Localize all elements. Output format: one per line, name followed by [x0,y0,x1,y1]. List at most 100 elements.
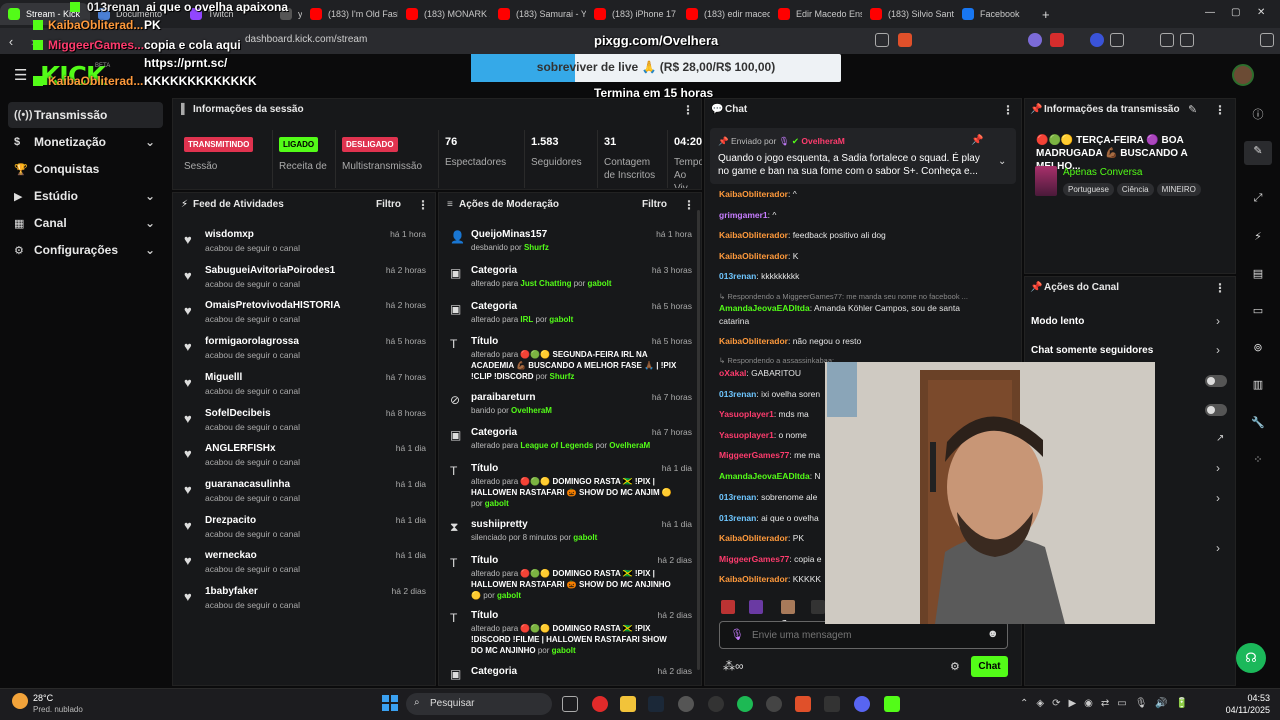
slow-mode-action[interactable]: Modo lento [1031,316,1084,327]
emote-icon[interactable] [749,600,763,614]
follower-name[interactable]: SabugueiAvitoriaPoirodes1 [205,265,335,276]
nav-item[interactable]: 🏆 Conquistas [8,156,163,182]
app-icon[interactable] [678,696,694,712]
chevron-right-icon[interactable]: › [1216,491,1220,505]
chat-username[interactable]: oXakal [719,368,746,378]
chevron-right-icon[interactable]: › [1216,541,1220,555]
back-icon[interactable]: ‹ [0,34,22,49]
support-headset-icon[interactable]: ☊ [1236,643,1266,673]
toggle-switch[interactable] [1205,404,1227,416]
chevron-right-icon[interactable]: › [1216,343,1220,357]
chevron-down-icon[interactable]: ⌄ [998,156,1006,167]
moderation-filter-button[interactable]: Filtro [642,199,667,210]
scrollbar[interactable] [697,210,700,670]
highlight-link[interactable]: Just Chatting [520,279,571,288]
followers-only-action[interactable]: Chat somente seguidores [1031,345,1153,356]
discord-icon[interactable] [854,696,870,712]
highlight-link[interactable]: gabolt [573,533,597,542]
pin-icon[interactable]: 📌 [971,135,983,146]
share-icon[interactable] [875,33,889,47]
window-control-icon[interactable]: ✕ [1257,7,1265,18]
broadcast-icon[interactable]: ⊚ [1249,341,1267,359]
browser-tab[interactable]: (183) iPhone 17 Pl [586,3,678,25]
more-options-icon[interactable]: ⋮ [417,198,429,212]
moderator-link[interactable]: OvelheraM [609,441,650,450]
moderator-link[interactable]: Shurfz [550,372,575,381]
stream-tag[interactable]: Portuguese [1063,183,1114,196]
chat-username[interactable]: KaibaObliterador [719,336,788,346]
browser-tab[interactable]: Edir Macedo Ensin [770,3,862,25]
storage-icon[interactable]: ▥ [1249,378,1267,396]
app-icon[interactable] [766,696,782,712]
moderator-link[interactable]: gabolt [485,499,509,508]
stream-tag[interactable]: MINEIRO [1156,183,1201,196]
toggle-switch[interactable] [1205,375,1227,387]
edit-pencil-icon[interactable]: ✎ [1188,103,1197,116]
send-chat-button[interactable]: Chat [971,656,1008,677]
follower-name[interactable]: formigaorolagrossa [205,336,299,347]
follower-name[interactable]: SofelDecibeis [205,408,271,419]
chat-username[interactable]: 013renan [719,513,756,523]
browser-tab[interactable]: (183) MONARK X 2 [398,3,490,25]
browser-tab[interactable]: (183) Samurai - Yo [490,3,586,25]
points-icon[interactable]: ⁂∞ [723,659,744,673]
puzzle-icon[interactable] [1110,33,1124,47]
chat-icon[interactable]: ▭ [1249,304,1267,322]
nav-item[interactable]: ((•)) Transmissão [8,102,163,128]
expand-icon[interactable]: ⤢ [1249,192,1267,210]
avatar[interactable] [1232,64,1254,86]
kick-icon[interactable] [884,696,900,712]
app-icon[interactable] [824,696,840,712]
microphone-icon[interactable]: 🎙 [730,628,744,641]
more-options-icon[interactable]: ⋮ [1214,103,1226,117]
emote-icon[interactable] [811,600,825,614]
app-icon[interactable] [708,696,724,712]
highlight-link[interactable]: Shurfz [524,243,549,252]
chat-username[interactable]: KaibaObliterador [719,189,788,199]
chat-input[interactable] [752,629,972,642]
category-link[interactable]: Apenas Conversa [1063,167,1143,178]
spotify-icon[interactable] [737,696,753,712]
nav-item[interactable]: ▦ Canal ⌄ [8,210,163,236]
moderator-link[interactable]: gabolt [588,279,612,288]
moderator-link[interactable]: gabolt [552,646,576,655]
windows-start-icon[interactable] [382,695,398,711]
emote-icon[interactable] [721,600,735,614]
chat-username[interactable]: MiggeerGames77 [719,450,789,460]
new-tab-plus-icon[interactable]: + [1034,3,1058,25]
chat-username[interactable]: AmandaJeovaEADltda [719,303,810,313]
chat-username[interactable]: 013renan [719,492,756,502]
url-field[interactable]: dashboard.kick.com/stream [245,34,367,45]
chevron-down-icon[interactable]: ⌄ [145,135,155,149]
moderator-link[interactable]: gabolt [549,315,573,324]
highlight-link[interactable]: OvelheraM [511,406,552,415]
external-link-icon[interactable]: ↗ [1216,433,1224,444]
more-options-icon[interactable]: ⋮ [1214,281,1226,295]
extension-icon[interactable] [1028,33,1042,47]
nav-item[interactable]: ▶ Estúdio ⌄ [8,183,163,209]
chat-username[interactable]: grimgamer1 [719,210,768,220]
browser-tab[interactable]: (183) edir macedo [678,3,770,25]
follower-name[interactable]: wisdomxp [205,229,254,240]
sidebar-icon[interactable] [1180,33,1194,47]
follower-name[interactable]: OmaisPretovivodaHISTORIA [205,300,340,311]
apps-icon[interactable]: ⁘ [1249,453,1267,471]
taskbar-search[interactable] [406,693,552,715]
chat-username[interactable]: AmandaJeovaEADltda [719,471,810,481]
browser-tab[interactable]: Facebook [954,3,1034,25]
bolt-icon[interactable]: ⚡ [1249,230,1267,248]
follower-name[interactable]: werneckao [205,550,257,561]
steam-icon[interactable] [648,696,664,712]
follower-name[interactable]: guaranacasulinha [205,479,290,490]
extension-icon[interactable] [1090,33,1104,47]
chat-username[interactable]: KaibaObliterador [719,533,788,543]
nav-item[interactable]: $ Monetização ⌄ [8,129,163,155]
task-view-icon[interactable] [562,696,578,712]
chevron-down-icon[interactable]: ⌄ [145,243,155,257]
highlight-link[interactable]: IRL [520,315,533,324]
emote-icon[interactable] [781,600,795,614]
chevron-down-icon[interactable]: ⌄ [145,189,155,203]
chat-username[interactable]: Yasuoplayer1 [719,409,774,419]
chat-username[interactable]: MiggeerGames77 [719,554,789,564]
wrench-icon[interactable]: 🔧 [1249,416,1267,434]
